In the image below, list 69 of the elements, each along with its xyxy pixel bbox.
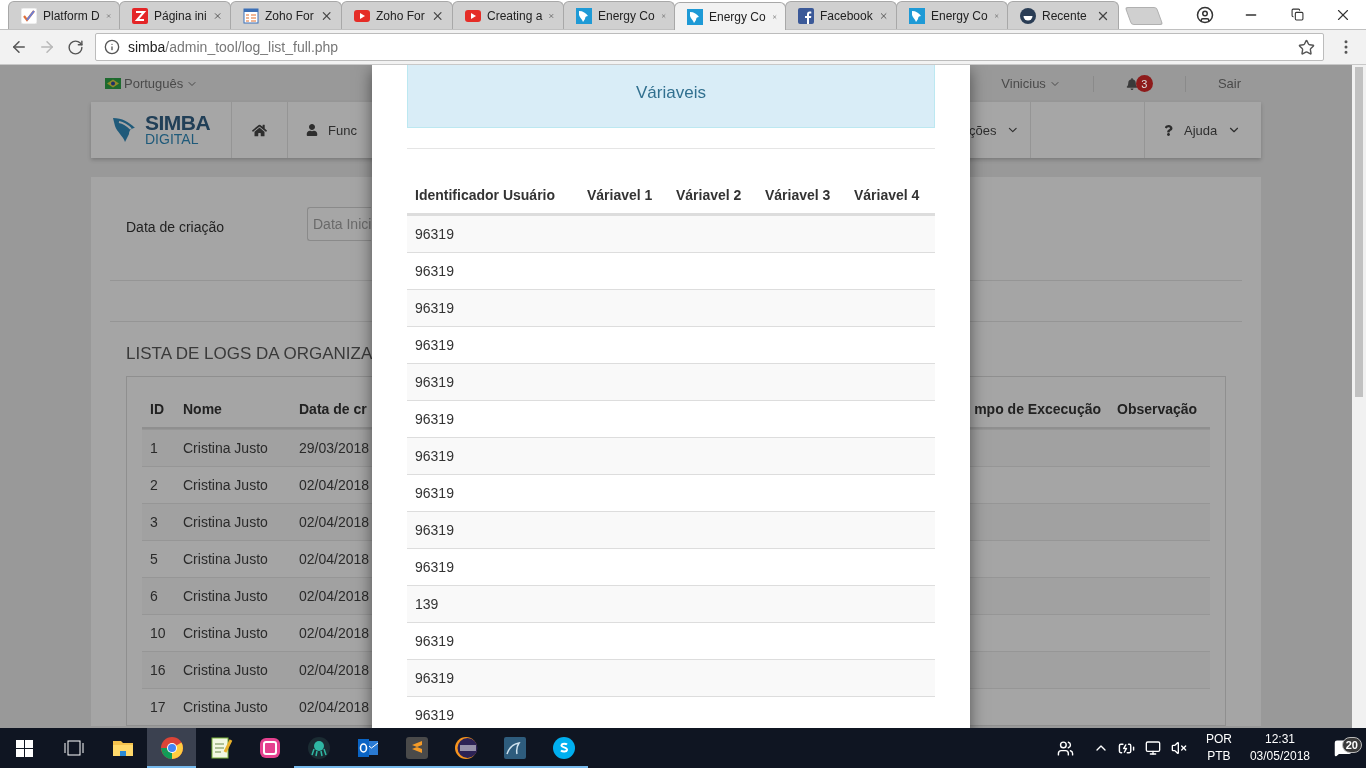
table-cell-text: 17: [149, 698, 167, 717]
browser-tab[interactable]: Facebook: [785, 1, 897, 29]
browser-tab[interactable]: Creating a: [452, 1, 564, 29]
browser-tab[interactable]: Zoho For: [230, 1, 342, 29]
table-cell-text: 6: [149, 587, 159, 606]
table-cell-text: 2: [149, 476, 159, 495]
table-cell-text: Cristina Justo: [182, 513, 269, 532]
table-cell-text: 139: [414, 596, 440, 612]
table-cell-text: 02/04/2018: [298, 476, 371, 495]
browser-tab[interactable]: Página ini: [119, 1, 231, 29]
table-cell-text: 96319: [414, 263, 455, 279]
table-cell-text: Cristina Justo: [182, 624, 269, 643]
table-cell-text: 10: [149, 624, 167, 643]
table-cell-text: 02/04/2018: [298, 661, 371, 680]
column-header: Identificador Usuário: [414, 186, 557, 205]
browser-tab[interactable]: Platform D: [8, 1, 120, 29]
nav-menu-item[interactable]: Ajuda: [1144, 102, 1261, 158]
table-cell-text: 96319: [414, 670, 455, 686]
table-cell-text: 02/04/2018: [298, 550, 371, 569]
column-header: Nome: [182, 400, 223, 419]
table-cell-text: 96319: [414, 300, 455, 316]
notification-count-badge: 20: [1341, 737, 1362, 753]
table-cell-text: 02/04/2018: [298, 698, 371, 717]
panel-title: Váriaveis: [636, 83, 706, 103]
table-cell-text: Cristina Justo: [182, 476, 269, 495]
table-cell-text: Cristina Justo: [182, 661, 269, 680]
browser-tab[interactable]: Zoho For: [341, 1, 453, 29]
table-cell-text: Cristina Justo: [182, 550, 269, 569]
column-header: Observação: [1116, 400, 1199, 419]
table-cell-text: 96319: [414, 633, 455, 649]
table-cell-text: 96319: [414, 226, 455, 242]
browser-tab[interactable]: Energy Co: [896, 1, 1008, 29]
column-header: Data de cr: [298, 400, 368, 419]
table-cell-text: 96319: [414, 374, 455, 390]
input-language-indicator[interactable]: POR PTB: [1197, 731, 1240, 765]
table-cell-text: 16: [149, 661, 167, 680]
table-cell-text: 96319: [414, 522, 455, 538]
column-header: mpo de Excecução: [973, 400, 1102, 419]
table-cell-text: 29/03/2018: [298, 439, 371, 458]
field-label: Data de criação: [126, 218, 226, 235]
column-header: Váriavel 4: [853, 186, 921, 205]
table-cell-text: 96319: [414, 559, 455, 575]
notification-badge: 3: [1135, 75, 1153, 92]
table-cell-text: 1: [149, 439, 159, 458]
table-cell-text: Cristina Justo: [182, 698, 269, 717]
table-cell-text: 5: [149, 550, 159, 569]
column-header: Váriavel 3: [764, 186, 832, 205]
table-cell-text: 96319: [414, 448, 455, 464]
table-cell-text: Cristina Justo: [182, 587, 269, 606]
table-cell-text: 96319: [414, 411, 455, 427]
browser-tab[interactable]: Energy Co: [674, 2, 786, 30]
clock[interactable]: 12:31 03/05/2018: [1239, 731, 1320, 765]
column-header: Váriavel 2: [675, 186, 743, 205]
browser-tab[interactable]: Energy Co: [563, 1, 675, 29]
section-heading: LISTA DE LOGS DA ORGANIZA: [126, 344, 371, 364]
table-cell-text: 96319: [414, 485, 455, 501]
column-header: ID: [149, 400, 165, 419]
table-cell-text: Cristina Justo: [182, 439, 269, 458]
logo-text: SIMBA: [145, 113, 211, 134]
table-cell-text: 96319: [414, 707, 455, 723]
table-cell-text: 02/04/2018: [298, 513, 371, 532]
column-header: Váriavel 1: [586, 186, 654, 205]
table-cell-text: 02/04/2018: [298, 624, 371, 643]
table-cell-text: 3: [149, 513, 159, 532]
table-cell-text: 96319: [414, 337, 455, 353]
logo-subtitle: DIGITAL: [145, 133, 200, 147]
table-cell-text: 02/04/2018: [298, 587, 371, 606]
address-field[interactable]: simba/admin_tool/log_list_full.php: [95, 33, 1324, 61]
browser-tab[interactable]: Recente: [1007, 1, 1119, 29]
